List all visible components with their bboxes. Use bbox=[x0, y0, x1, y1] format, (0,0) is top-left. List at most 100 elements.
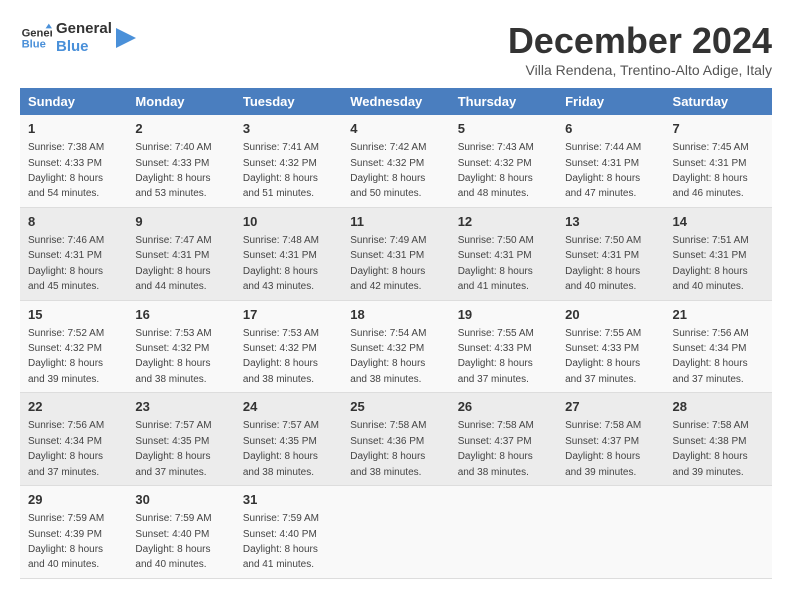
day-daylight-label: Daylight: 8 hours and 38 minutes. bbox=[350, 358, 425, 384]
day-sunset: Sunset: 4:32 PM bbox=[350, 343, 424, 354]
day-number: 21 bbox=[673, 306, 764, 324]
day-number: 30 bbox=[135, 491, 226, 509]
col-friday: Friday bbox=[557, 88, 664, 115]
calendar-cell: 18 Sunrise: 7:54 AM Sunset: 4:32 PM Dayl… bbox=[342, 300, 449, 393]
day-sunset: Sunset: 4:40 PM bbox=[135, 529, 209, 540]
day-number: 20 bbox=[565, 306, 656, 324]
day-number: 3 bbox=[243, 120, 334, 138]
calendar-cell: 13 Sunrise: 7:50 AM Sunset: 4:31 PM Dayl… bbox=[557, 207, 664, 300]
calendar-cell: 3 Sunrise: 7:41 AM Sunset: 4:32 PM Dayli… bbox=[235, 115, 342, 207]
day-daylight-label: Daylight: 8 hours and 42 minutes. bbox=[350, 266, 425, 292]
calendar-cell: 25 Sunrise: 7:58 AM Sunset: 4:36 PM Dayl… bbox=[342, 393, 449, 486]
calendar-cell bbox=[450, 486, 557, 579]
day-sunrise: Sunrise: 7:54 AM bbox=[350, 328, 426, 339]
day-sunset: Sunset: 4:31 PM bbox=[673, 250, 747, 261]
day-number: 11 bbox=[350, 213, 441, 231]
day-number: 9 bbox=[135, 213, 226, 231]
calendar-cell: 20 Sunrise: 7:55 AM Sunset: 4:33 PM Dayl… bbox=[557, 300, 664, 393]
day-daylight-label: Daylight: 8 hours and 37 minutes. bbox=[135, 451, 210, 477]
day-daylight-label: Daylight: 8 hours and 40 minutes. bbox=[28, 544, 103, 570]
day-sunset: Sunset: 4:33 PM bbox=[565, 343, 639, 354]
day-daylight-label: Daylight: 8 hours and 38 minutes. bbox=[243, 451, 318, 477]
day-sunset: Sunset: 4:40 PM bbox=[243, 529, 317, 540]
day-sunrise: Sunrise: 7:45 AM bbox=[673, 142, 749, 153]
week-row-1: 1 Sunrise: 7:38 AM Sunset: 4:33 PM Dayli… bbox=[20, 115, 772, 207]
logo-arrow-icon bbox=[116, 28, 136, 48]
day-sunrise: Sunrise: 7:53 AM bbox=[135, 328, 211, 339]
page-container: General Blue General Blue December 2024 … bbox=[20, 20, 772, 579]
calendar-cell: 7 Sunrise: 7:45 AM Sunset: 4:31 PM Dayli… bbox=[665, 115, 772, 207]
day-daylight-label: Daylight: 8 hours and 46 minutes. bbox=[673, 173, 748, 199]
day-number: 4 bbox=[350, 120, 441, 138]
calendar-cell: 12 Sunrise: 7:50 AM Sunset: 4:31 PM Dayl… bbox=[450, 207, 557, 300]
day-sunrise: Sunrise: 7:57 AM bbox=[135, 420, 211, 431]
day-number: 27 bbox=[565, 398, 656, 416]
day-sunrise: Sunrise: 7:58 AM bbox=[673, 420, 749, 431]
day-number: 25 bbox=[350, 398, 441, 416]
calendar-cell: 21 Sunrise: 7:56 AM Sunset: 4:34 PM Dayl… bbox=[665, 300, 772, 393]
day-sunrise: Sunrise: 7:42 AM bbox=[350, 142, 426, 153]
day-sunrise: Sunrise: 7:50 AM bbox=[458, 235, 534, 246]
calendar-cell: 1 Sunrise: 7:38 AM Sunset: 4:33 PM Dayli… bbox=[20, 115, 127, 207]
day-sunset: Sunset: 4:38 PM bbox=[673, 436, 747, 447]
day-sunrise: Sunrise: 7:56 AM bbox=[673, 328, 749, 339]
day-daylight-label: Daylight: 8 hours and 41 minutes. bbox=[243, 544, 318, 570]
day-number: 31 bbox=[243, 491, 334, 509]
day-sunset: Sunset: 4:34 PM bbox=[28, 436, 102, 447]
day-number: 28 bbox=[673, 398, 764, 416]
day-sunrise: Sunrise: 7:40 AM bbox=[135, 142, 211, 153]
day-sunrise: Sunrise: 7:44 AM bbox=[565, 142, 641, 153]
calendar-cell: 5 Sunrise: 7:43 AM Sunset: 4:32 PM Dayli… bbox=[450, 115, 557, 207]
calendar-table: Sunday Monday Tuesday Wednesday Thursday… bbox=[20, 88, 772, 579]
week-row-4: 22 Sunrise: 7:56 AM Sunset: 4:34 PM Dayl… bbox=[20, 393, 772, 486]
day-number: 8 bbox=[28, 213, 119, 231]
day-sunset: Sunset: 4:31 PM bbox=[350, 250, 424, 261]
day-number: 15 bbox=[28, 306, 119, 324]
day-sunrise: Sunrise: 7:59 AM bbox=[243, 513, 319, 524]
col-sunday: Sunday bbox=[20, 88, 127, 115]
day-number: 5 bbox=[458, 120, 549, 138]
day-sunset: Sunset: 4:37 PM bbox=[458, 436, 532, 447]
day-sunset: Sunset: 4:32 PM bbox=[243, 343, 317, 354]
col-thursday: Thursday bbox=[450, 88, 557, 115]
day-sunset: Sunset: 4:31 PM bbox=[565, 250, 639, 261]
logo-icon: General Blue bbox=[20, 22, 52, 54]
day-number: 7 bbox=[673, 120, 764, 138]
day-sunrise: Sunrise: 7:58 AM bbox=[565, 420, 641, 431]
calendar-cell: 4 Sunrise: 7:42 AM Sunset: 4:32 PM Dayli… bbox=[342, 115, 449, 207]
calendar-cell: 17 Sunrise: 7:53 AM Sunset: 4:32 PM Dayl… bbox=[235, 300, 342, 393]
day-sunset: Sunset: 4:33 PM bbox=[28, 158, 102, 169]
day-sunset: Sunset: 4:33 PM bbox=[458, 343, 532, 354]
day-sunrise: Sunrise: 7:47 AM bbox=[135, 235, 211, 246]
calendar-cell bbox=[342, 486, 449, 579]
day-sunset: Sunset: 4:34 PM bbox=[673, 343, 747, 354]
day-sunset: Sunset: 4:32 PM bbox=[28, 343, 102, 354]
day-sunset: Sunset: 4:39 PM bbox=[28, 529, 102, 540]
day-daylight-label: Daylight: 8 hours and 40 minutes. bbox=[135, 544, 210, 570]
day-sunrise: Sunrise: 7:38 AM bbox=[28, 142, 104, 153]
calendar-cell: 28 Sunrise: 7:58 AM Sunset: 4:38 PM Dayl… bbox=[665, 393, 772, 486]
calendar-cell: 30 Sunrise: 7:59 AM Sunset: 4:40 PM Dayl… bbox=[127, 486, 234, 579]
day-sunset: Sunset: 4:37 PM bbox=[565, 436, 639, 447]
day-daylight-label: Daylight: 8 hours and 45 minutes. bbox=[28, 266, 103, 292]
day-sunrise: Sunrise: 7:57 AM bbox=[243, 420, 319, 431]
calendar-cell: 31 Sunrise: 7:59 AM Sunset: 4:40 PM Dayl… bbox=[235, 486, 342, 579]
logo-subtext: Blue bbox=[56, 38, 112, 56]
col-monday: Monday bbox=[127, 88, 234, 115]
day-daylight-label: Daylight: 8 hours and 37 minutes. bbox=[458, 358, 533, 384]
day-sunset: Sunset: 4:35 PM bbox=[135, 436, 209, 447]
logo: General Blue General Blue bbox=[20, 20, 136, 56]
calendar-cell: 29 Sunrise: 7:59 AM Sunset: 4:39 PM Dayl… bbox=[20, 486, 127, 579]
calendar-cell: 27 Sunrise: 7:58 AM Sunset: 4:37 PM Dayl… bbox=[557, 393, 664, 486]
day-number: 17 bbox=[243, 306, 334, 324]
calendar-cell: 19 Sunrise: 7:55 AM Sunset: 4:33 PM Dayl… bbox=[450, 300, 557, 393]
day-daylight-label: Daylight: 8 hours and 47 minutes. bbox=[565, 173, 640, 199]
day-daylight-label: Daylight: 8 hours and 39 minutes. bbox=[565, 451, 640, 477]
day-daylight-label: Daylight: 8 hours and 54 minutes. bbox=[28, 173, 103, 199]
calendar-cell: 10 Sunrise: 7:48 AM Sunset: 4:31 PM Dayl… bbox=[235, 207, 342, 300]
day-sunset: Sunset: 4:31 PM bbox=[458, 250, 532, 261]
day-number: 1 bbox=[28, 120, 119, 138]
day-sunset: Sunset: 4:31 PM bbox=[28, 250, 102, 261]
calendar-cell: 23 Sunrise: 7:57 AM Sunset: 4:35 PM Dayl… bbox=[127, 393, 234, 486]
day-sunset: Sunset: 4:31 PM bbox=[565, 158, 639, 169]
